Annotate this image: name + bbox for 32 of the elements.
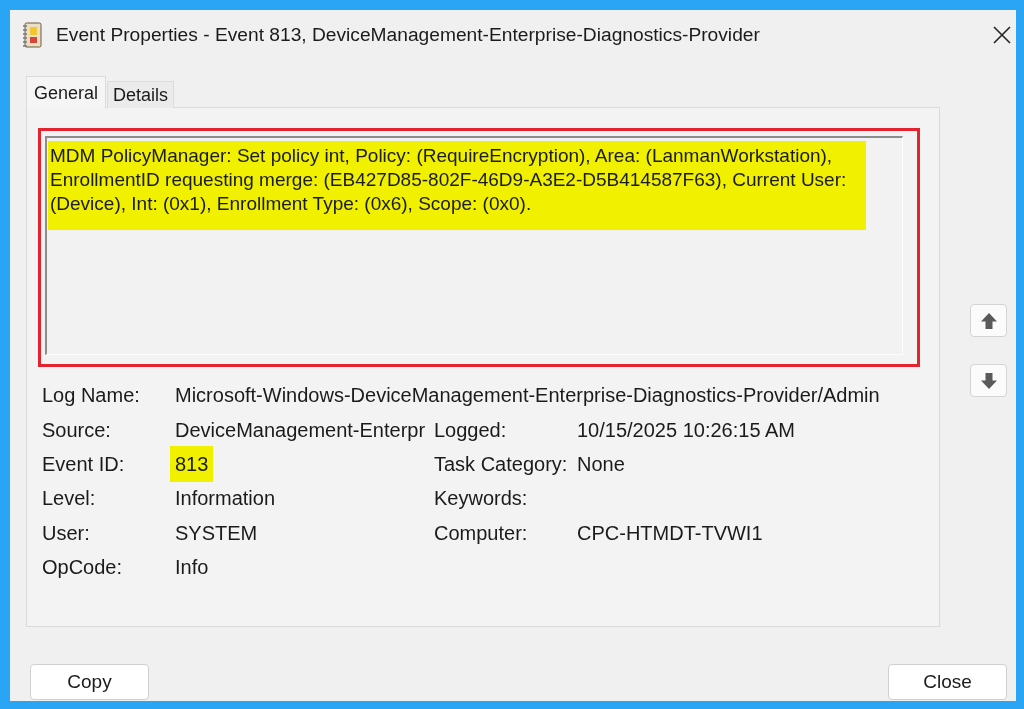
down-arrow-icon — [979, 371, 998, 390]
up-arrow-icon — [979, 311, 998, 330]
field-label: Log Name: — [42, 383, 141, 409]
field-label: User: — [42, 520, 91, 546]
field-label: Computer: — [434, 520, 529, 546]
field-label: Logged: — [434, 417, 508, 443]
field-label: Level: — [42, 486, 97, 512]
close-button[interactable] — [992, 25, 1012, 45]
tab[interactable]: Details — [107, 81, 175, 108]
down-arrow-button[interactable] — [970, 364, 1007, 397]
up-arrow-button[interactable] — [970, 304, 1007, 337]
field-value: 813 — [170, 446, 214, 482]
close-dialog-button[interactable]: Close — [888, 664, 1007, 700]
close-icon — [993, 26, 1011, 44]
field-value: CPC-HTMDT-TVWI1 — [577, 520, 764, 546]
field-value: DeviceManagement-Enterpr — [175, 417, 427, 443]
field-label: Keywords: — [434, 486, 529, 512]
field-value: None — [577, 451, 626, 477]
field-value: Microsoft-Windows-DeviceManagement-Enterprise-Diagnostics-Provider/Admin — [175, 383, 881, 409]
copy-button[interactable]: Copy — [30, 664, 149, 700]
field-value: Info — [175, 555, 210, 581]
window-title: Event Properties - Event 813, DeviceManagement-Enterprise-Diagnostics-Provider — [56, 22, 760, 47]
event-message: MDM PolicyManager: Set policy int, Policy: (RequireEncryption), Area: (LanmanWorkstation), EnrollmentID requesting merge: (EB427D85-802F-46D9-A3E2-D5B414587F63), Current User: (Device), Int: (0x1), Enrollment Type: (0x6), Scope: (0x0). — [48, 141, 866, 230]
field-label: Task Category: — [434, 451, 569, 477]
field-label: Event ID: — [42, 451, 126, 477]
field-value: Information — [175, 486, 277, 512]
field-label: Source: — [42, 417, 112, 443]
notebook-icon — [22, 22, 42, 48]
tab[interactable]: General — [26, 76, 107, 108]
field-value: SYSTEM — [175, 520, 259, 546]
field-value: 10/15/2025 10:26:15 AM — [577, 417, 796, 443]
field-label: OpCode: — [42, 555, 124, 581]
